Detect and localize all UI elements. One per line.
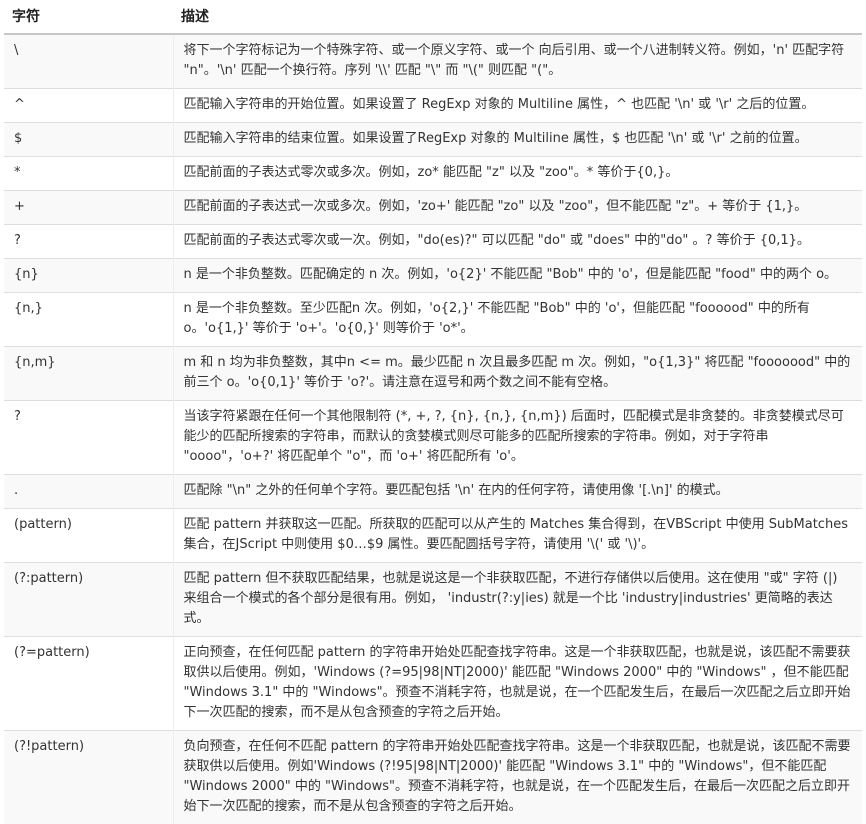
char-cell: $ xyxy=(4,123,173,157)
table-row: (?:pattern) 匹配 pattern 但不获取匹配结果，也就是说这是一个… xyxy=(4,563,862,637)
table-row: ? 匹配前面的子表达式零次或一次。例如，"do(es)?" 可以匹配 "do" … xyxy=(4,225,862,259)
table-row: {n,} n 是一个非负整数。至少匹配n 次。例如，'o{2,}' 不能匹配 "… xyxy=(4,293,862,347)
table-row: + 匹配前面的子表达式一次或多次。例如，'zo+' 能匹配 "zo" 以及 "z… xyxy=(4,191,862,225)
char-cell: ^ xyxy=(4,89,173,123)
description-cell: n 是一个非负整数。至少匹配n 次。例如，'o{2,}' 不能匹配 "Bob" … xyxy=(173,293,862,347)
char-cell: \ xyxy=(4,34,173,89)
char-cell: (?:pattern) xyxy=(4,563,173,637)
char-cell: + xyxy=(4,191,173,225)
table-row: (pattern) 匹配 pattern 并获取这一匹配。所获取的匹配可以从产生… xyxy=(4,509,862,563)
char-cell: {n,} xyxy=(4,293,173,347)
description-cell: 当该字符紧跟在任何一个其他限制符 (*, +, ?, {n}, {n,}, {n… xyxy=(173,401,862,475)
description-cell: 匹配除 "\n" 之外的任何单个字符。要匹配包括 '\n' 在内的任何字符，请使… xyxy=(173,475,862,509)
description-cell: 将下一个字符标记为一个特殊字符、或一个原义字符、或一个 向后引用、或一个八进制转… xyxy=(173,34,862,89)
description-cell: n 是一个非负整数。匹配确定的 n 次。例如，'o{2}' 不能匹配 "Bob"… xyxy=(173,259,862,293)
table-row: (?=pattern) 正向预查，在任何匹配 pattern 的字符串开始处匹配… xyxy=(4,637,862,731)
char-cell: . xyxy=(4,475,173,509)
char-cell: {n,m} xyxy=(4,347,173,401)
header-description: 描述 xyxy=(173,0,862,34)
description-cell: 匹配前面的子表达式一次或多次。例如，'zo+' 能匹配 "zo" 以及 "zoo… xyxy=(173,191,862,225)
regex-reference-table: 字符 描述 \ 将下一个字符标记为一个特殊字符、或一个原义字符、或一个 向后引用… xyxy=(4,0,862,824)
description-cell: 匹配前面的子表达式零次或多次。例如，zo* 能匹配 "z" 以及 "zoo"。*… xyxy=(173,157,862,191)
table-row: . 匹配除 "\n" 之外的任何单个字符。要匹配包括 '\n' 在内的任何字符，… xyxy=(4,475,862,509)
char-cell: (pattern) xyxy=(4,509,173,563)
table-row: {n} n 是一个非负整数。匹配确定的 n 次。例如，'o{2}' 不能匹配 "… xyxy=(4,259,862,293)
table-row: {n,m} m 和 n 均为非负整数，其中n <= m。最少匹配 n 次且最多匹… xyxy=(4,347,862,401)
description-cell: 负向预查，在任何不匹配 pattern 的字符串开始处匹配查找字符串。这是一个非… xyxy=(173,731,862,824)
char-cell: (?!pattern) xyxy=(4,731,173,824)
description-cell: m 和 n 均为非负整数，其中n <= m。最少匹配 n 次且最多匹配 m 次。… xyxy=(173,347,862,401)
table-row: ^ 匹配输入字符串的开始位置。如果设置了 RegExp 对象的 Multilin… xyxy=(4,89,862,123)
description-cell: 匹配 pattern 但不获取匹配结果，也就是说这是一个非获取匹配，不进行存储供… xyxy=(173,563,862,637)
table-row: (?!pattern) 负向预查，在任何不匹配 pattern 的字符串开始处匹… xyxy=(4,731,862,824)
table-row: ? 当该字符紧跟在任何一个其他限制符 (*, +, ?, {n}, {n,}, … xyxy=(4,401,862,475)
table-row: \ 将下一个字符标记为一个特殊字符、或一个原义字符、或一个 向后引用、或一个八进… xyxy=(4,34,862,89)
header-char: 字符 xyxy=(4,0,173,34)
description-cell: 匹配输入字符串的开始位置。如果设置了 RegExp 对象的 Multiline … xyxy=(173,89,862,123)
description-cell: 正向预查，在任何匹配 pattern 的字符串开始处匹配查找字符串。这是一个非获… xyxy=(173,637,862,731)
description-cell: 匹配 pattern 并获取这一匹配。所获取的匹配可以从产生的 Matches … xyxy=(173,509,862,563)
char-cell: {n} xyxy=(4,259,173,293)
description-cell: 匹配输入字符串的结束位置。如果设置了RegExp 对象的 Multiline 属… xyxy=(173,123,862,157)
table-row: * 匹配前面的子表达式零次或多次。例如，zo* 能匹配 "z" 以及 "zoo"… xyxy=(4,157,862,191)
char-cell: (?=pattern) xyxy=(4,637,173,731)
table-header-row: 字符 描述 xyxy=(4,0,862,34)
char-cell: * xyxy=(4,157,173,191)
char-cell: ? xyxy=(4,401,173,475)
char-cell: ? xyxy=(4,225,173,259)
table-row: $ 匹配输入字符串的结束位置。如果设置了RegExp 对象的 Multiline… xyxy=(4,123,862,157)
description-cell: 匹配前面的子表达式零次或一次。例如，"do(es)?" 可以匹配 "do" 或 … xyxy=(173,225,862,259)
